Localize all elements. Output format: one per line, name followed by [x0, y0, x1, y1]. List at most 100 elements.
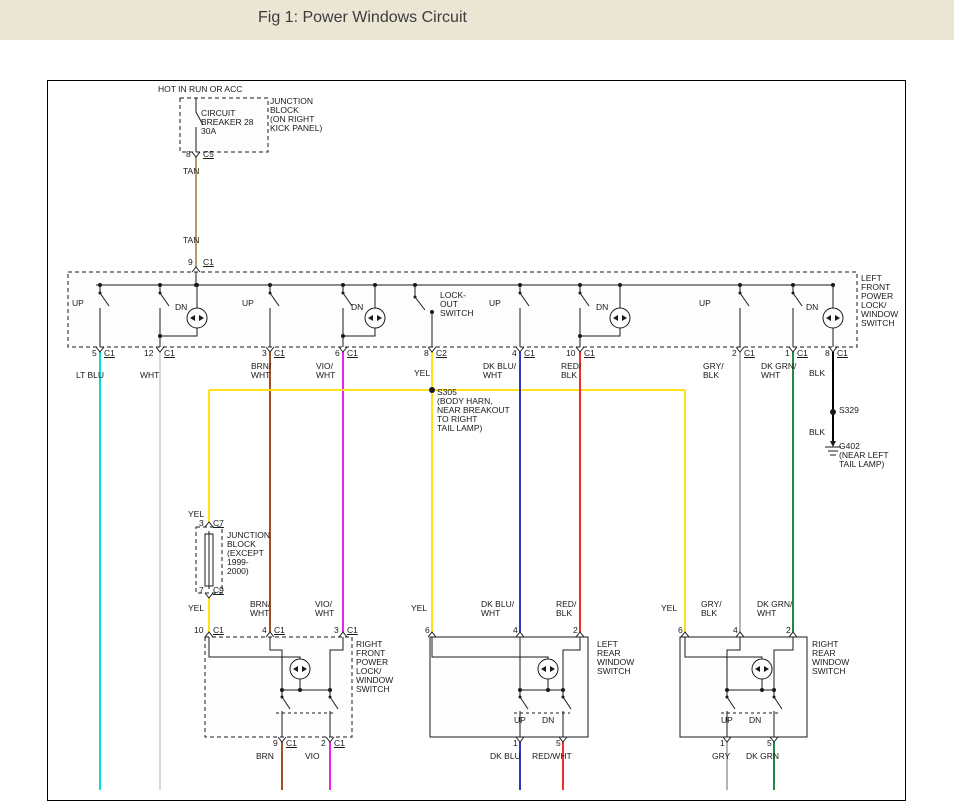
junction-dot — [430, 310, 434, 314]
pin-4b-number: 4 — [262, 626, 267, 635]
connector-pin-mark — [576, 347, 584, 352]
pin-10b-number: 10 — [194, 626, 203, 635]
up-label-box2: UP — [514, 716, 526, 725]
wire-red-wht-label: RED/WHT — [532, 752, 572, 761]
junction-dot — [791, 283, 795, 287]
pin-1-number: 1 — [785, 349, 790, 358]
pin-5-box2: 5 — [556, 739, 561, 748]
connector-c1-pin2[interactable]: C1 — [744, 349, 755, 358]
left-rear-switch-name: LEFT REAR WINDOW SWITCH — [597, 640, 634, 676]
pin-4-box3: 4 — [733, 626, 738, 635]
pin-4-number: 4 — [512, 349, 517, 358]
connector-pin-mark — [156, 347, 164, 352]
pin-6-box2: 6 — [425, 626, 430, 635]
pin-5-box3: 5 — [767, 739, 772, 748]
wire-brn-wht-label-2: BRN/ WHT — [250, 600, 270, 618]
wire-tan-label-2: TAN — [183, 236, 199, 245]
connector-pin-mark — [96, 347, 104, 352]
pin-8-c2-number: 8 — [424, 349, 429, 358]
connector-pin-mark — [829, 347, 837, 352]
up-label-box3: UP — [721, 716, 733, 725]
wire-tan-label-1: TAN — [183, 167, 199, 176]
connector-c1-pin12[interactable]: C1 — [164, 349, 175, 358]
junction-dot — [280, 688, 284, 692]
wire-dk-blu-label-1: DK BLU/ WHT — [483, 362, 516, 380]
wire-yel-label-5: YEL — [661, 604, 677, 613]
wire-vio-wht-label-2: VIO/ WHT — [315, 600, 334, 618]
connector-c1-pin4[interactable]: C1 — [524, 349, 535, 358]
pin-1-box2: 1 — [513, 739, 518, 748]
connector-c1-pin10[interactable]: C1 — [584, 349, 595, 358]
connector-c1-b1p3[interactable]: C1 — [347, 626, 358, 635]
connector-c1-b1p10[interactable]: C1 — [213, 626, 224, 635]
connector-c1-pin3[interactable]: C1 — [274, 349, 285, 358]
connector-c1-pin6[interactable]: C1 — [347, 349, 358, 358]
wire-dk-grn-label-2: DK GRN/ WHT — [757, 600, 792, 618]
pin-3-number: 3 — [262, 349, 267, 358]
connector-c1-pin5[interactable]: C1 — [104, 349, 115, 358]
connector-c1-pin1[interactable]: C1 — [797, 349, 808, 358]
junction-dot — [519, 696, 522, 699]
connector-c2[interactable]: C2 — [436, 349, 447, 358]
connector-c1-pin8[interactable]: C1 — [837, 349, 848, 358]
connector-pin-mark — [326, 737, 334, 742]
pin-4-box2: 4 — [513, 626, 518, 635]
junction-dot — [329, 696, 332, 699]
ground-g402-label: G402 (NEAR LEFT TAIL LAMP) — [839, 442, 889, 469]
connector-pin-mark — [428, 347, 436, 352]
junction-dot — [830, 409, 836, 415]
circuit-breaker-label: CIRCUIT BREAKER 28 30A — [201, 109, 253, 136]
junction-dot — [738, 283, 742, 287]
connector-pin-mark — [339, 347, 347, 352]
connector-c1-b1p4[interactable]: C1 — [274, 626, 285, 635]
pin-8-c5-number: 8 — [186, 150, 191, 159]
junction-dot — [561, 688, 565, 692]
junction-dot — [618, 283, 622, 287]
wire-yel-label-1: YEL — [414, 369, 430, 378]
splice-s329-label: S329 — [839, 406, 859, 415]
connector-pin-mark — [789, 347, 797, 352]
junction-dot — [98, 283, 102, 287]
junction-dot — [195, 283, 199, 287]
screen: Fig 1: Power Windows Circuit HOT IN RUN … — [0, 0, 954, 806]
connector-pin-mark — [339, 632, 347, 637]
connector-pin-mark — [205, 593, 213, 598]
connector-c5[interactable]: C5 — [203, 150, 214, 159]
junction-dot — [413, 283, 417, 287]
junction-dot — [158, 283, 162, 287]
connector-c9[interactable]: C9 — [213, 586, 224, 595]
ground-symbol-icon — [830, 441, 836, 447]
pin-12-number: 12 — [144, 349, 153, 358]
pin-10-number: 10 — [566, 349, 575, 358]
junction-block-kick-panel-label: JUNCTION BLOCK (ON RIGHT KICK PANEL) — [270, 97, 322, 133]
pin-7-c9-number: 7 — [199, 586, 204, 595]
hot-in-run-or-acc: HOT IN RUN OR ACC — [158, 85, 242, 94]
junction-dot — [341, 283, 345, 287]
connector-c1-b1p2[interactable]: C1 — [334, 739, 345, 748]
left-rear-switch-box — [430, 637, 588, 737]
wire-gry-blk-label-2: GRY/ BLK — [701, 600, 722, 618]
connector-pin-mark — [736, 347, 744, 352]
junction-dot — [342, 292, 345, 295]
junction-dot — [562, 696, 565, 699]
junction-dot — [578, 334, 582, 338]
pin-2c-number: 2 — [321, 739, 326, 748]
junction-dot — [546, 688, 550, 692]
connector-c7[interactable]: C7 — [213, 519, 224, 528]
right-front-switch-name: RIGHT FRONT POWER LOCK/ WINDOW SWITCH — [356, 640, 393, 694]
pin-1-box3: 1 — [720, 739, 725, 748]
connector-pin-mark — [266, 632, 274, 637]
junction-dot — [268, 283, 272, 287]
left-front-switch-name: LEFT FRONT POWER LOCK/ WINDOW SWITCH — [861, 274, 898, 328]
pin-3b-number: 3 — [334, 626, 339, 635]
dn-label-box3: DN — [749, 716, 761, 725]
junction-dot — [725, 688, 729, 692]
wire-dk-grn-label-1: DK GRN/ WHT — [761, 362, 796, 380]
junction-dot — [579, 292, 582, 295]
wire-red-blk-label-1: RED/ BLK — [561, 362, 581, 380]
junction-dot — [414, 296, 417, 299]
connector-c1-b1p9[interactable]: C1 — [286, 739, 297, 748]
right-rear-switch-name: RIGHT REAR WINDOW SWITCH — [812, 640, 849, 676]
connector-pin-mark — [266, 347, 274, 352]
connector-c1-top[interactable]: C1 — [203, 258, 214, 267]
